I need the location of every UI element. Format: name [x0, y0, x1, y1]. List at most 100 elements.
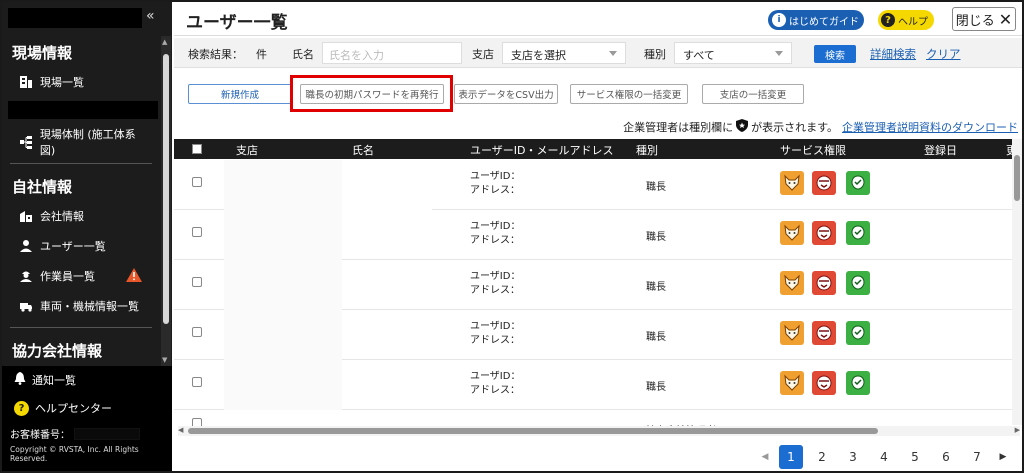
table-row[interactable]: ユーザID： アドレス： 職長	[174, 160, 1016, 210]
page-button-5[interactable]: 5	[903, 445, 927, 469]
worker-icon	[18, 268, 34, 284]
sidebar-item-company-info[interactable]: 会社情報	[2, 201, 160, 231]
search-button[interactable]: 検索	[814, 45, 856, 63]
column-header[interactable]: 氏名	[352, 142, 374, 158]
bulk-branch-change-button[interactable]: 支店の一括変更	[702, 84, 804, 104]
fox-service-icon[interactable]	[780, 271, 804, 295]
table-row[interactable]: ユーザID： アドレス： 職長	[174, 210, 1016, 260]
table-vertical-scrollbar[interactable]	[1012, 139, 1022, 425]
table-horizontal-scrollbar[interactable]: ◀ ▶	[178, 426, 1020, 436]
green-service-icon[interactable]	[846, 221, 870, 245]
getting-started-guide-button[interactable]: i はじめてガイド	[768, 10, 864, 30]
fox-service-icon[interactable]	[780, 321, 804, 345]
table-row[interactable]: 協力会社管理者	[174, 410, 1016, 426]
admin-notice: 企業管理者は種別欄に が表示されます。 企業管理者説明資料のダウンロード	[623, 119, 1018, 135]
red-service-icon[interactable]	[812, 321, 836, 345]
fox-service-icon[interactable]	[780, 221, 804, 245]
notifications-link[interactable]: 通知一覧	[2, 366, 172, 394]
row-checkbox[interactable]	[192, 418, 202, 426]
table-row[interactable]: ユーザID： アドレス： 職長	[174, 360, 1016, 410]
help-center-link[interactable]: ? ヘルプセンター	[2, 394, 172, 422]
row-checkbox[interactable]	[192, 177, 202, 187]
redacted-cell	[224, 260, 342, 310]
close-button[interactable]: 閉じる ✕	[952, 7, 1016, 31]
fox-service-icon[interactable]	[780, 371, 804, 395]
row-checkbox[interactable]	[192, 227, 202, 237]
select-all-checkbox[interactable]	[192, 144, 202, 154]
green-service-icon[interactable]	[846, 321, 870, 345]
user-icon	[18, 238, 34, 254]
scrollbar-thumb[interactable]	[163, 54, 169, 324]
column-header[interactable]: 支店	[236, 142, 258, 158]
page-button-6[interactable]: 6	[934, 445, 958, 469]
bulk-service-change-button[interactable]: サービス権限の一括変更	[570, 84, 688, 104]
column-header[interactable]: 登録日	[924, 142, 957, 158]
scrollbar-thumb[interactable]	[1014, 155, 1020, 201]
page-button-3[interactable]: 3	[841, 445, 865, 469]
type-select[interactable]: すべて	[674, 42, 792, 64]
red-service-icon[interactable]	[812, 171, 836, 195]
sidebar-item-worker-list[interactable]: 作業員一覧	[2, 261, 160, 291]
green-service-icon[interactable]	[846, 371, 870, 395]
sidebar-item-site-structure[interactable]: 現場体制 (施工体系図)	[2, 127, 160, 157]
table-row[interactable]: ユーザID： アドレス： 職長	[174, 260, 1016, 310]
section-site: 現場情報	[12, 44, 73, 62]
scrollbar-thumb[interactable]	[188, 428, 878, 434]
sidebar-item-vehicle-list[interactable]: 車両・機械情報一覧	[2, 291, 160, 321]
row-checkbox[interactable]	[192, 327, 202, 337]
column-header[interactable]: サービス権限	[780, 142, 846, 158]
green-service-icon[interactable]	[846, 171, 870, 195]
prev-page-button[interactable]: ◀	[758, 445, 772, 469]
green-service-icon[interactable]	[846, 271, 870, 295]
user-id-label: ユーザID：	[470, 271, 521, 282]
red-service-icon[interactable]	[812, 221, 836, 245]
sidebar-item-user-list[interactable]: ユーザー一覧	[2, 231, 160, 261]
user-id-cell: ユーザID： アドレス：	[470, 370, 520, 398]
scroll-left-arrow-icon[interactable]: ◀	[178, 426, 183, 434]
help-center-label: ヘルプセンター	[35, 402, 112, 415]
scroll-up-arrow-icon[interactable]: ▲	[162, 38, 167, 46]
section-company: 自社情報	[12, 178, 73, 196]
red-service-icon[interactable]	[812, 271, 836, 295]
page-button-7[interactable]: 7	[965, 445, 989, 469]
column-header[interactable]: 種別	[636, 142, 658, 158]
red-service-icon[interactable]	[812, 371, 836, 395]
building-icon	[18, 208, 34, 224]
row-checkbox[interactable]	[192, 277, 202, 287]
address-label: アドレス：	[470, 285, 520, 296]
new-button[interactable]: 新規作成	[188, 84, 292, 104]
admin-guide-download-link[interactable]: 企業管理者説明資料のダウンロード	[842, 119, 1018, 135]
collapse-sidebar-button[interactable]: «	[146, 8, 155, 24]
column-header[interactable]: ユーザーID・メールアドレス	[470, 142, 614, 158]
redacted-account-bar	[8, 8, 142, 28]
pagination: ◀ 1 2 3 4 5 6 7 ▶	[758, 444, 1017, 470]
address-label: アドレス：	[470, 235, 520, 246]
scroll-down-arrow-icon[interactable]: ▼	[162, 356, 167, 364]
export-csv-button[interactable]: 表示データをCSV出力	[454, 84, 558, 104]
next-page-button[interactable]: ▶	[996, 445, 1010, 469]
advanced-search-link[interactable]: 詳細検索	[870, 46, 916, 62]
page-button-2[interactable]: 2	[810, 445, 834, 469]
guide-label: はじめてガイド	[789, 16, 859, 28]
name-input[interactable]: 氏名を入力	[322, 42, 462, 64]
page-button-1[interactable]: 1	[779, 445, 803, 469]
user-id-label: ユーザID：	[470, 371, 521, 382]
page-title: ユーザー一覧	[186, 13, 288, 33]
copyright: Copyright © RVSTA, Inc. All Rights Reser…	[10, 445, 139, 464]
sidebar-item-label: 車両・機械情報一覧	[40, 300, 139, 313]
row-checkbox[interactable]	[192, 377, 202, 387]
sidebar-scrollbar[interactable]: ▲ ▼	[161, 36, 171, 366]
type-select-value: すべて	[683, 49, 715, 62]
address-label: アドレス：	[470, 185, 520, 196]
table-row[interactable]: ユーザID： アドレス： 職長	[174, 310, 1016, 360]
branch-select[interactable]: 支店を選択	[502, 42, 626, 64]
page-button-4[interactable]: 4	[872, 445, 896, 469]
help-button[interactable]: ? ヘルプ	[878, 10, 934, 30]
fox-service-icon[interactable]	[780, 171, 804, 195]
scroll-right-arrow-icon[interactable]: ▶	[1015, 426, 1020, 434]
sidebar-item-site-list[interactable]: 現場一覧	[2, 67, 160, 97]
redacted-bar	[8, 101, 158, 119]
guide-icon: i	[772, 13, 786, 27]
clear-link[interactable]: クリア	[926, 46, 961, 62]
notice-text: 企業管理者は種別欄に	[623, 121, 734, 134]
